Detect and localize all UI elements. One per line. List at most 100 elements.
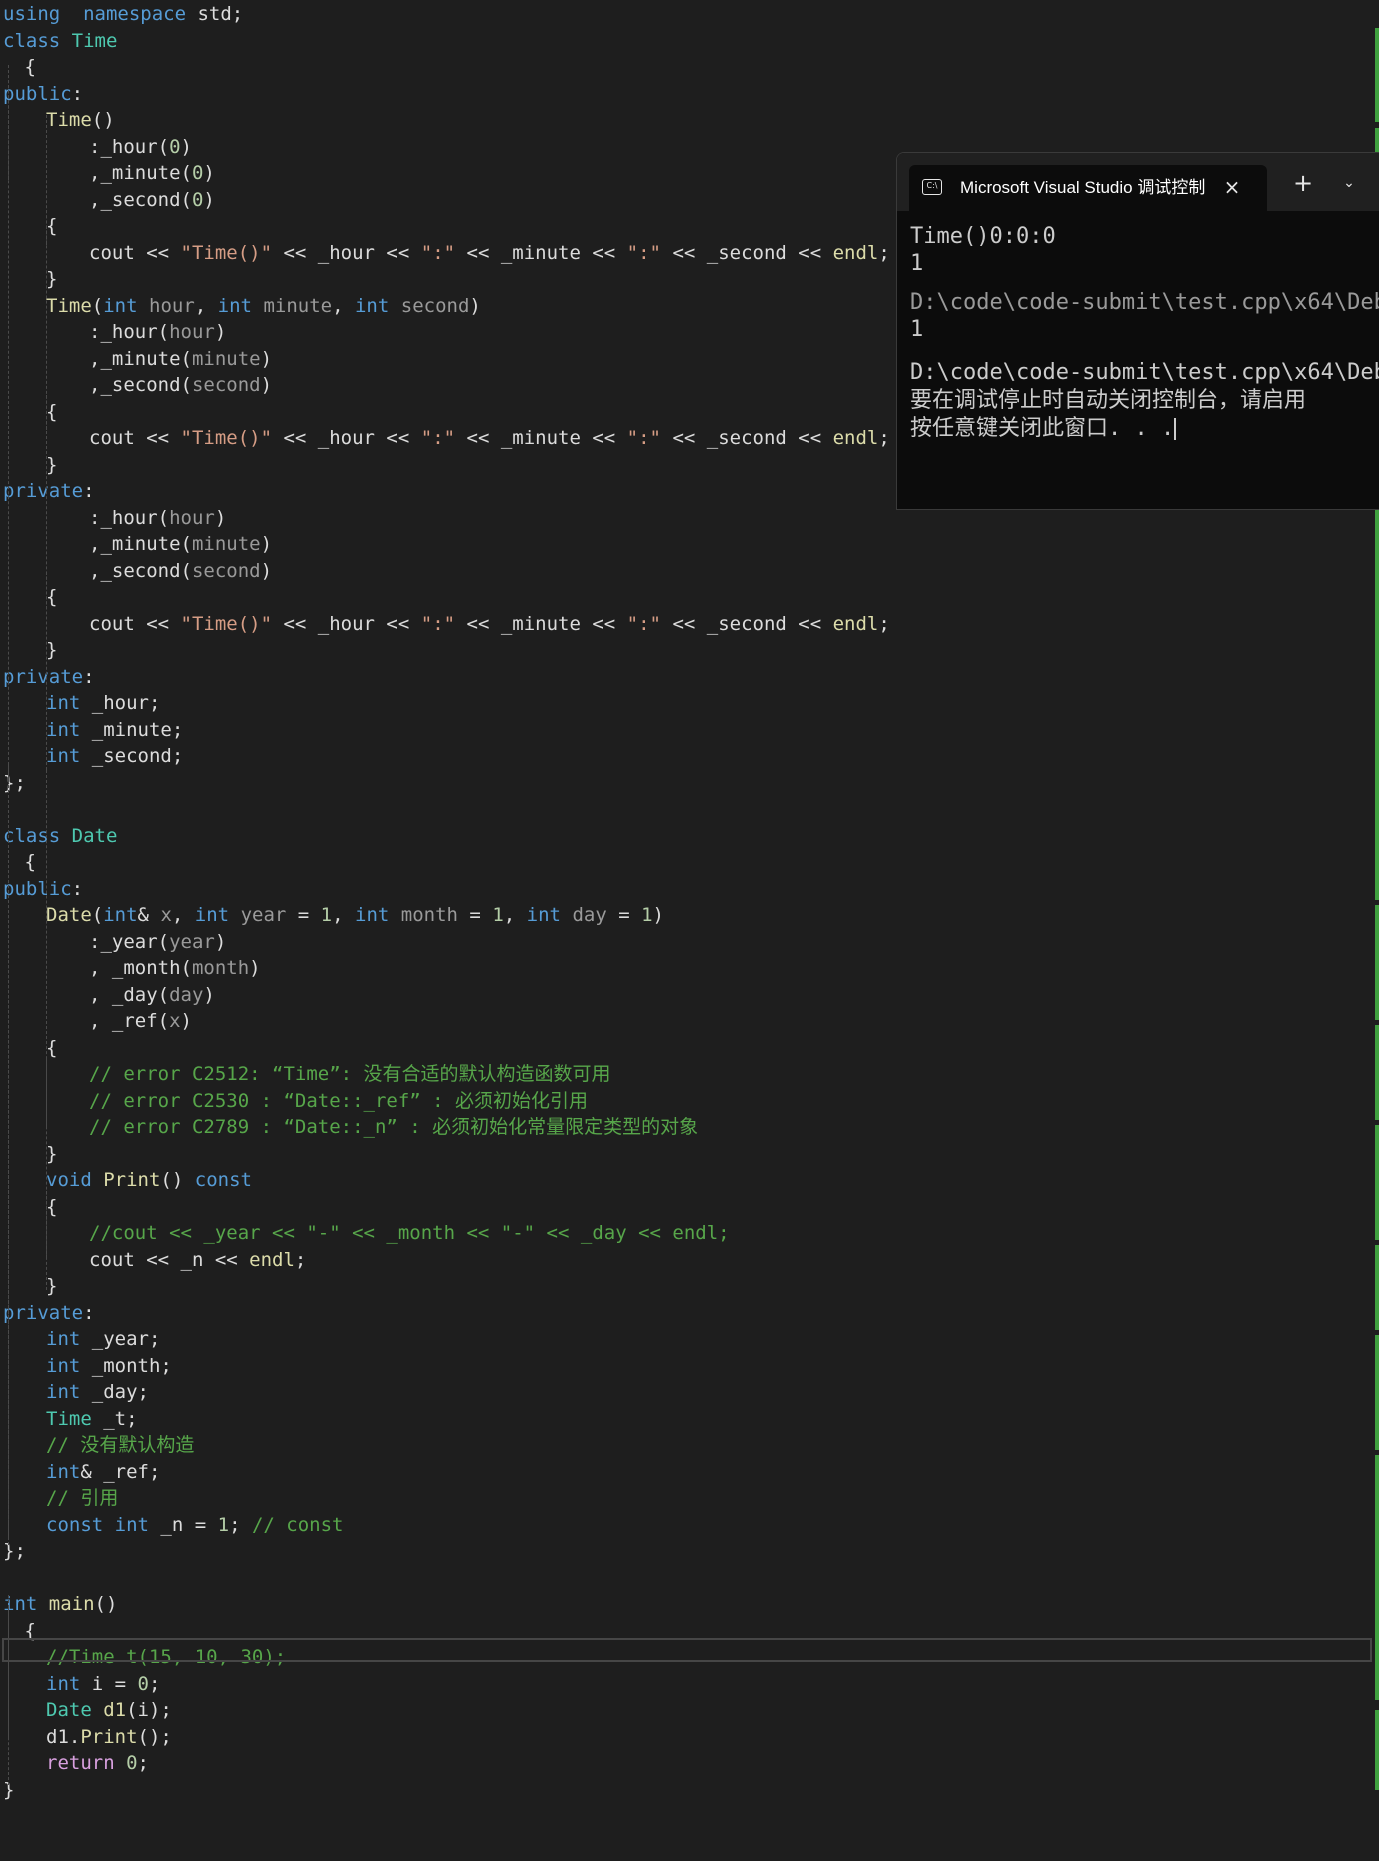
code-token: (); [137,1725,172,1748]
code-line[interactable]: { [22,849,36,876]
code-line[interactable]: int i = 0; [43,1671,160,1698]
code-line[interactable]: cout << _n << endl; [86,1247,306,1274]
code-line[interactable]: :_hour(hour) [86,319,226,346]
code-line[interactable]: // error C2530 : “Date::_ref” : 必须初始化引用 [86,1088,588,1115]
code-line[interactable]: Time _t; [43,1406,138,1433]
code-token: : [71,82,84,105]
console-tab[interactable]: C:\ Microsoft Visual Studio 调试控制台 × [909,165,1267,211]
code-line[interactable]: Time() [43,107,115,134]
chevron-down-icon[interactable]: ⌄ [1335,169,1363,197]
code-line[interactable]: cout << "Time()" << _hour << ":" << _min… [86,611,890,638]
code-line[interactable]: // 没有默认构造 [43,1432,194,1459]
code-line[interactable]: private: [0,664,95,691]
code-token: second [191,559,261,582]
new-tab-icon[interactable]: + [1289,169,1317,197]
code-line[interactable]: ,_second(second) [86,372,272,399]
code-line[interactable]: int _year; [43,1326,160,1353]
code-line[interactable]: ,_second(0) [86,187,215,214]
code-token: day [572,904,607,926]
console-output[interactable]: Time()0:0:0 1 D:\code\code-submit\test.cpp… [910,223,1379,509]
code-line[interactable]: cout << "Time()" << _hour << ":" << _min… [86,425,890,452]
code-line[interactable]: ,_minute(minute) [86,346,272,373]
code-line[interactable]: int _day; [43,1379,149,1406]
code-line[interactable]: public: [0,876,83,903]
close-icon[interactable]: × [1218,173,1246,201]
code-line[interactable]: ,_second(second) [86,558,272,585]
code-token: Print [103,1169,161,1191]
code-line[interactable]: , _day(day) [86,982,215,1009]
code-line[interactable]: ,_minute(minute) [86,531,272,558]
text-cursor [1174,418,1177,440]
code-line[interactable]: //cout << _year << "-" << _month << "-" … [86,1220,730,1247]
code-token: cout << [89,241,181,264]
console-line: Time()0:0:0 [910,224,1056,249]
code-line[interactable]: }; [0,1538,26,1565]
code-token: ) [214,930,227,953]
code-line[interactable]: :_hour(0) [86,134,192,161]
change-marker [1375,28,1379,122]
code-token: // error C2512: “Time”: 没有合适的默认构造函数可用 [89,1063,611,1085]
code-token: ) [180,135,192,158]
code-token: ,_second( [89,559,192,582]
code-line[interactable] [0,796,3,823]
code-line[interactable]: Date d1(i); [43,1697,172,1724]
code-line[interactable]: using namespace std; [0,1,243,28]
code-line[interactable]: int _month; [43,1353,172,1380]
code-token: ,_second( [89,374,192,396]
code-line[interactable]: Date(int& x, int year = 1, int month = 1… [43,902,664,929]
code-token: ,_minute( [89,347,192,370]
code-line[interactable]: :_hour(hour) [86,505,226,532]
code-token: ":" [626,241,661,264]
code-line[interactable]: cout << "Time()" << _hour << ":" << _min… [86,240,890,267]
code-token: int [354,294,390,317]
code-token: private [3,665,84,688]
code-line[interactable]: , _month(month) [86,955,261,982]
debug-console-window[interactable]: C:\ Microsoft Visual Studio 调试控制台 × + ⌄ … [896,152,1379,510]
code-line[interactable]: // error C2512: “Time”: 没有合适的默认构造函数可用 [86,1061,611,1088]
code-line[interactable]: }; [0,770,26,797]
code-line[interactable]: int _second; [43,743,183,770]
change-marker [1375,1710,1379,1790]
code-token: endl [832,612,879,635]
code-line[interactable]: int& _ref; [43,1459,160,1486]
code-line[interactable]: public: [0,81,83,108]
code-line[interactable]: :_year(year) [86,929,226,956]
code-line[interactable]: int _minute; [43,717,183,744]
code-token: { [24,851,36,873]
code-line[interactable]: const int _n = 1; // const [43,1512,343,1539]
code-token: x [160,904,172,926]
code-line[interactable]: private: [0,1300,95,1327]
code-token: ":" [420,612,456,635]
code-line[interactable]: void Print() const [43,1167,252,1194]
code-line[interactable]: class Time [0,28,117,55]
code-token: : [83,665,95,688]
code-line[interactable]: class Date [0,823,117,850]
code-line[interactable]: d1.Print(); [43,1724,172,1751]
code-line[interactable]: , _ref(x) [86,1008,192,1035]
code-token: main [48,1593,95,1615]
code-token: ":" [626,427,661,449]
code-token: , _day( [89,983,170,1006]
code-line[interactable]: Time(int hour, int minute, int second) [43,293,481,320]
code-token: << _hour << [272,241,421,264]
console-tab-title: Microsoft Visual Studio 调试控制台 [960,178,1205,197]
code-line[interactable]: private: [0,478,95,505]
code-token: :_hour( [89,135,170,158]
current-line-highlight [2,1638,1372,1662]
code-token: d1 [103,1699,127,1721]
code-line[interactable]: int main() [0,1591,117,1618]
code-token: ; [148,1672,161,1695]
code-line[interactable]: int _hour; [43,690,160,717]
code-token: const [46,1513,104,1536]
code-line[interactable]: { [22,54,36,81]
code-line[interactable]: // error C2789 : “Date::_n” : 必须初始化常量限定类… [86,1114,698,1141]
console-line: 1 [910,317,924,342]
code-line[interactable] [0,1565,3,1592]
code-line[interactable]: return 0; [43,1750,149,1777]
code-line[interactable]: // 引用 [43,1485,118,1512]
code-line[interactable]: ,_minute(0) [86,160,215,187]
code-token: ; [878,427,890,449]
